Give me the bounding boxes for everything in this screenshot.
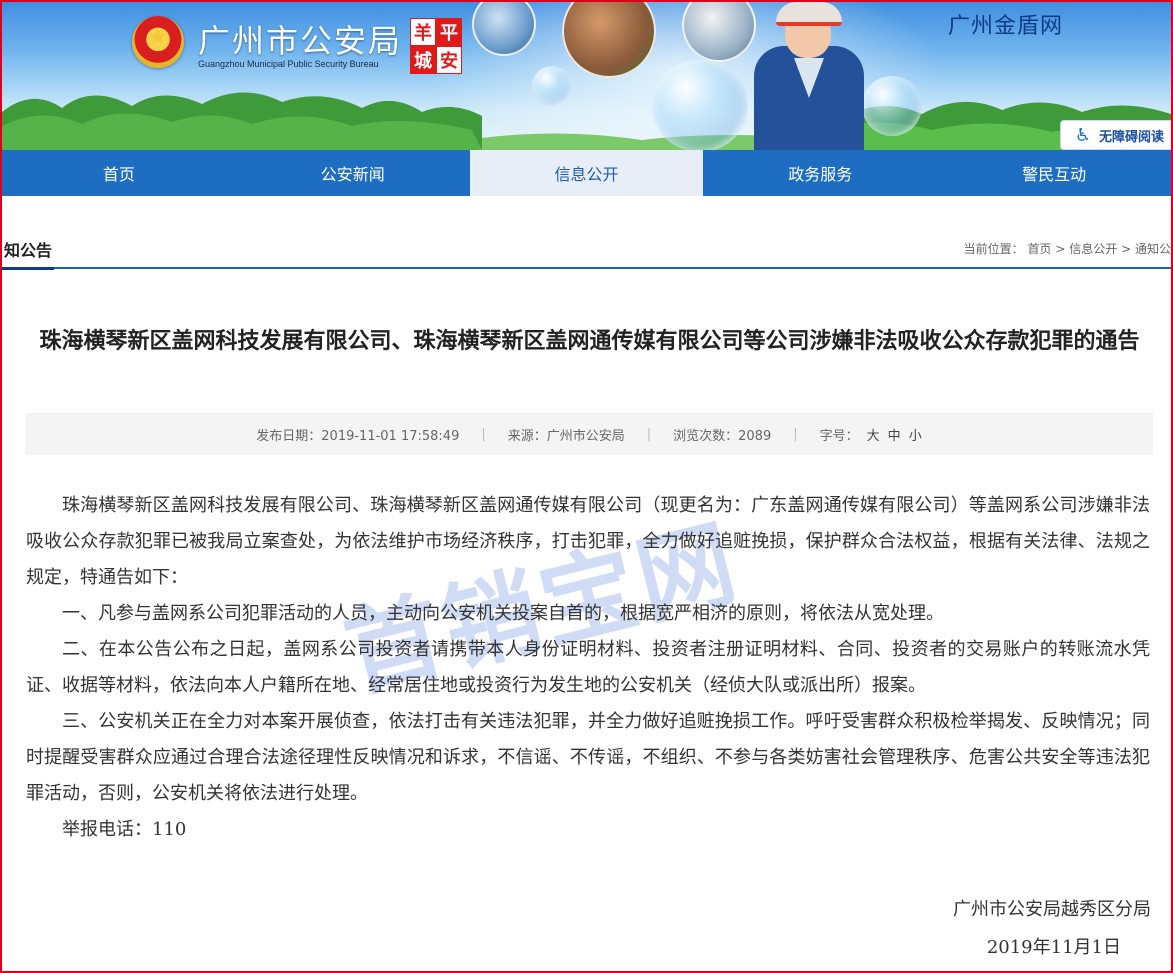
city-seal-logo: 羊 平 城 安 [410, 18, 462, 74]
header-banner: ★ 广州市公安局 Guangzhou Municipal Public Secu… [2, 2, 1171, 150]
article-paragraph: 珠海横琴新区盖网科技发展有限公司、珠海横琴新区盖网通传媒有限公司（现更名为：广东… [26, 495, 1150, 588]
nav-police-news[interactable]: 公安新闻 [236, 150, 470, 196]
article-paragraph: 一、凡参与盖网系公司犯罪活动的人员，主动向公安机关投案自首的，根据宽严相济的原则… [62, 603, 944, 624]
breadcrumb: 当前位置： 首页 > 信息公开 > 通知公 [964, 240, 1171, 257]
breadcrumb-prefix: 当前位置： [963, 242, 1024, 256]
seal-char: 城 [410, 46, 436, 74]
breadcrumb-home[interactable]: 首页 [1028, 242, 1052, 256]
glass-bubble [532, 66, 572, 106]
publish-date: 发布日期：2019-11-01 17:58:49 [256, 428, 460, 444]
site-name-en: Guangzhou Municipal Public Security Bure… [198, 59, 379, 69]
nav-gov-services[interactable]: 政务服务 [703, 150, 937, 196]
nav-info-disclosure[interactable]: 信息公开 [469, 150, 704, 196]
seal-char: 平 [436, 18, 462, 46]
officer-cap [776, 2, 842, 26]
breadcrumb-info[interactable]: 信息公开 [1069, 242, 1117, 256]
accessibility-label: 无障碍阅读 [1099, 129, 1165, 145]
article-paragraph: 举报电话：110 [62, 819, 187, 840]
article-title: 珠海横琴新区盖网科技发展有限公司、珠海横琴新区盖网通传媒有限公司等公司涉嫌非法吸… [39, 329, 1140, 354]
police-emblem-icon: ★ [132, 16, 184, 68]
glass-bubble [652, 60, 748, 150]
section-divider [54, 267, 1171, 269]
font-size-label: 字号： [819, 428, 859, 444]
article-paragraph: 三、公安机关正在全力对本案开展侦查，依法打击有关违法犯罪，并全力做好追赃挽损工作… [26, 711, 1150, 804]
view-count: 浏览次数：2089 [673, 428, 772, 444]
breadcrumb-separator: > [1121, 242, 1132, 256]
trees-decoration [2, 92, 1171, 150]
wheelchair-icon: ♿ [1074, 124, 1092, 146]
meta-separator: | [793, 426, 798, 442]
main-nav: 首页 公安新闻 信息公开 政务服务 警民互动 [2, 150, 1171, 196]
breadcrumb-separator: > [1055, 242, 1066, 256]
glass-bubble [862, 76, 922, 136]
article-meta: 发布日期：2019-11-01 17:58:49 | 来源：广州市公安局 | 浏… [25, 413, 1153, 455]
meta-separator: | [481, 426, 486, 442]
article-paragraph: 二、在本公告公布之日起，盖网系公司投资者请携带本人身份证明材料、投资者注册证明材… [26, 639, 1150, 696]
section-title: 知公告 [4, 241, 53, 260]
site-right-title: 广州金盾网 [948, 14, 1064, 39]
section-header: 知公告 当前位置： 首页 > 信息公开 > 通知公 [2, 228, 1171, 270]
article-date: 2019年11月1日 [986, 937, 1121, 958]
section-divider-accent [2, 267, 54, 270]
seal-char: 羊 [410, 18, 436, 46]
nav-home[interactable]: 首页 [2, 150, 236, 196]
nav-interaction[interactable]: 警民互动 [937, 150, 1171, 196]
article-signature: 广州市公安局越秀区分局 [953, 899, 1151, 920]
article-body: 珠海横琴新区盖网科技发展有限公司、珠海横琴新区盖网通传媒有限公司（现更名为：广东… [26, 488, 1150, 848]
seal-char: 安 [436, 46, 462, 74]
accessibility-button[interactable]: ♿ 无障碍阅读 [1060, 120, 1171, 150]
font-size-large-button[interactable]: 大 [867, 425, 880, 444]
site-name: 广州市公安局 [198, 22, 403, 60]
font-size-small-button[interactable]: 小 [909, 425, 922, 444]
meta-separator: | [646, 426, 652, 442]
font-size-medium-button[interactable]: 中 [888, 425, 901, 444]
article-source: 来源：广州市公安局 [507, 428, 625, 444]
breadcrumb-notice[interactable]: 通知公 [1135, 242, 1171, 256]
